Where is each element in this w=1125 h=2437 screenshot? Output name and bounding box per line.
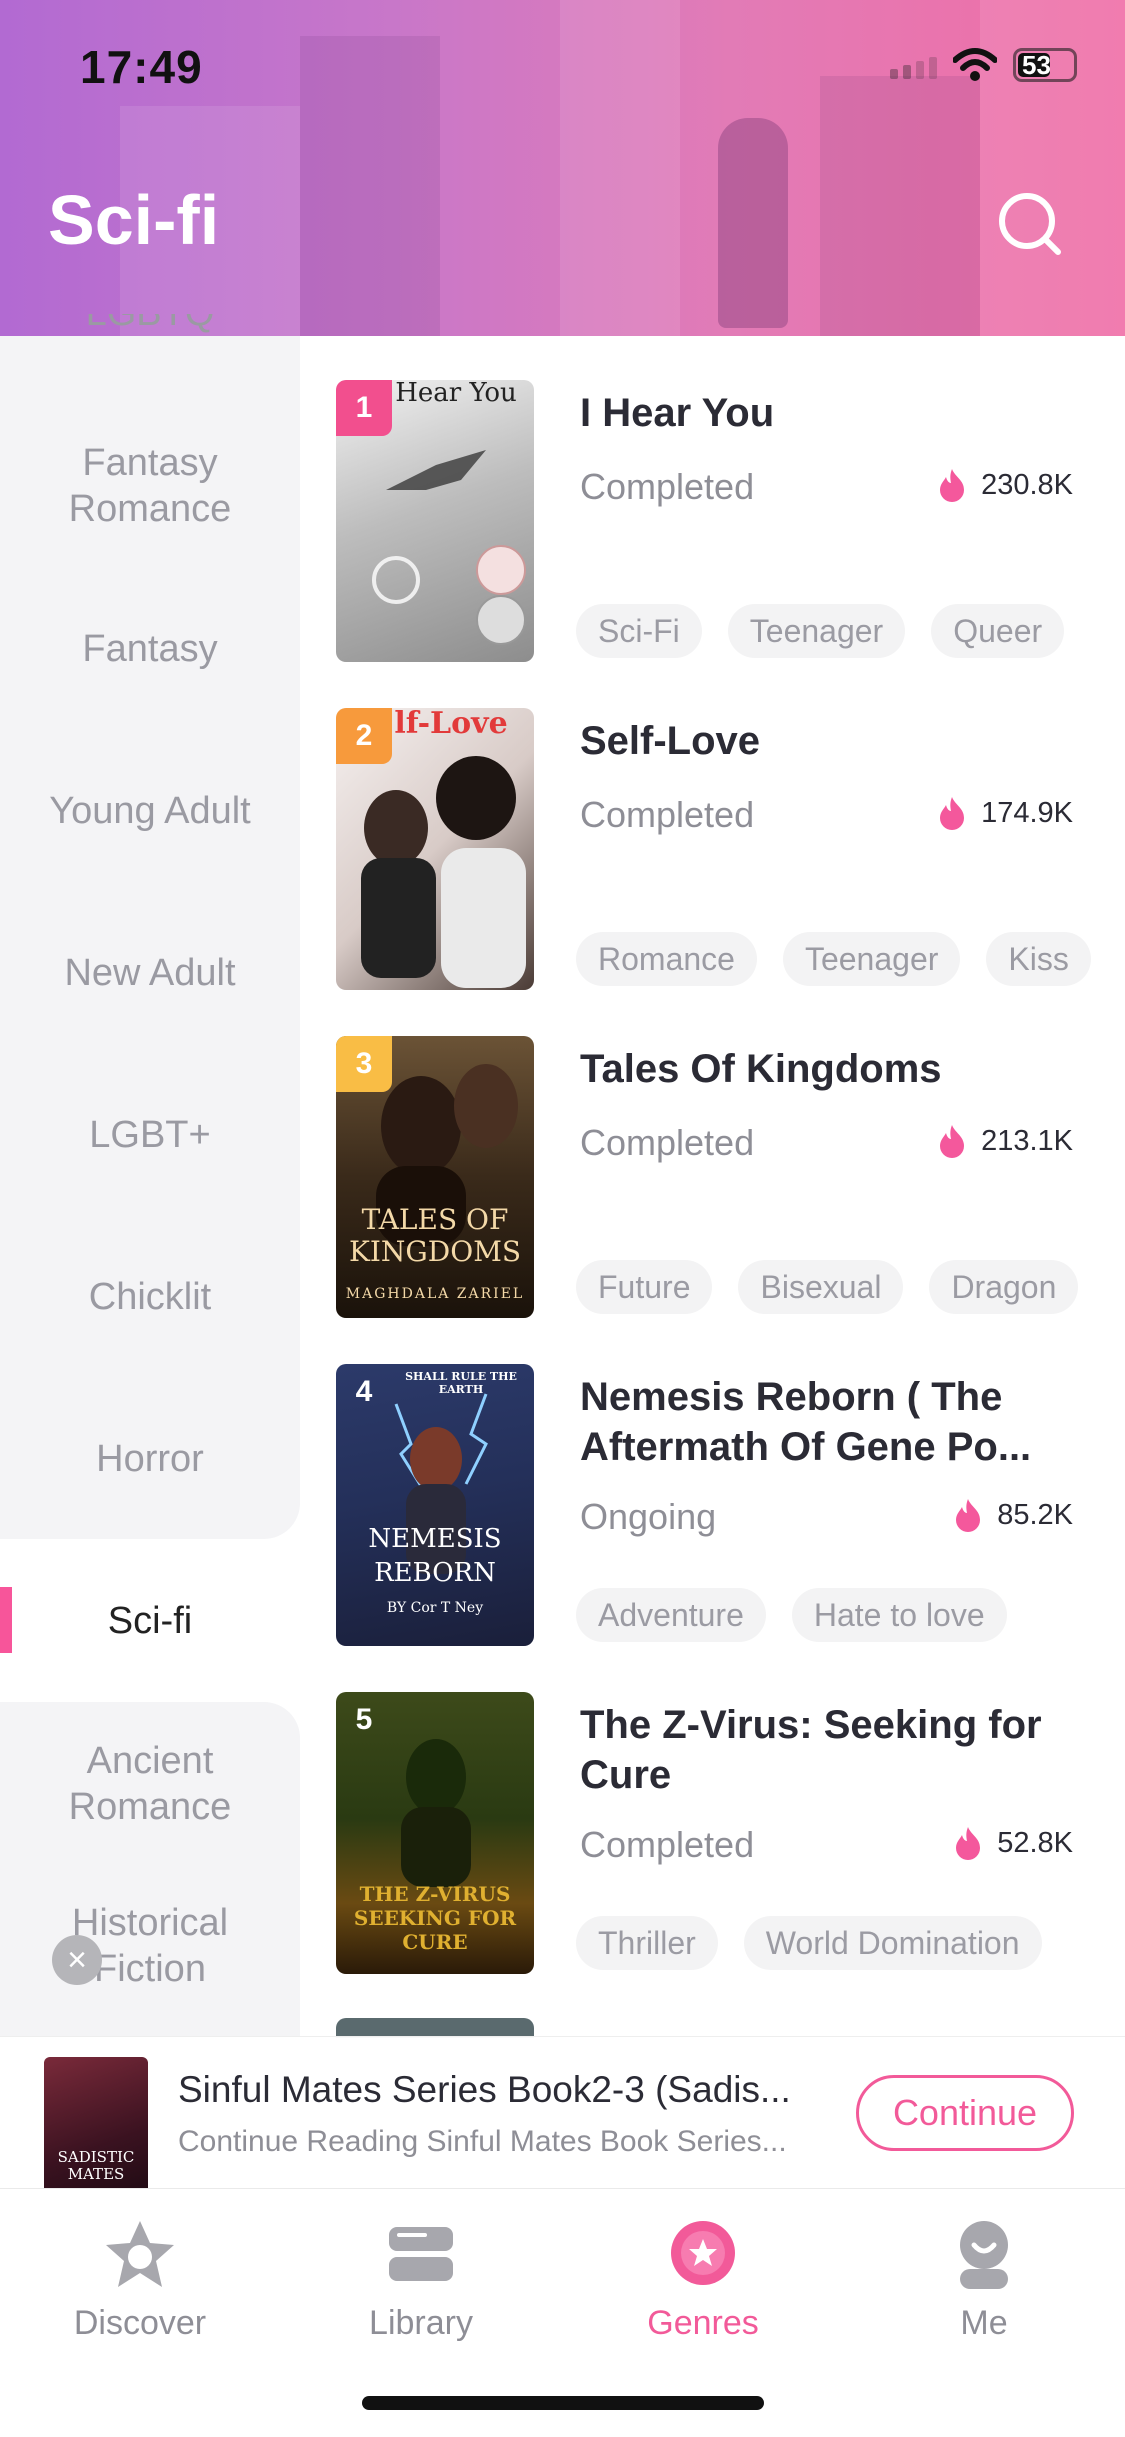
sidebar-item-fantasy-romance[interactable]: Fantasy Romance [0, 440, 300, 532]
tag[interactable]: Kiss [986, 932, 1091, 986]
book-cover: SHALL RULE THE EARTH NEMESIS REBORN BY C… [336, 1364, 534, 1646]
flame-icon [956, 1499, 981, 1532]
book-title: Self-Love [580, 719, 761, 763]
header-bg-building [560, 0, 680, 336]
continue-reading-bar[interactable]: SADISTIC MATES Sinful Mates Series Book2… [0, 2036, 1125, 2203]
sidebar-item-fantasy[interactable]: Fantasy [0, 626, 300, 672]
book-item[interactable] [336, 2018, 1125, 2038]
rank-badge: 4 [355, 1375, 373, 1408]
genre-header: 17:49 53 Sci-fi [0, 0, 1125, 336]
book-item[interactable]: SHALL RULE THE EARTH NEMESIS REBORN BY C… [336, 1364, 1125, 1650]
profile-icon [960, 2221, 1008, 2289]
book-item[interactable]: Hear You 1 I Hear You Completed 230.8K S… [336, 380, 1125, 666]
nav-genres[interactable]: Genres [593, 2217, 813, 2343]
book-item[interactable]: TALES OF KINGDOMS MAGHDALA ZARIEL 3 Tale… [336, 1036, 1125, 1322]
nav-library[interactable]: Library [311, 2217, 531, 2343]
status-icons: 53 [890, 48, 1077, 82]
header-bg-building [300, 36, 440, 336]
close-mini-player-button[interactable]: × [52, 1935, 102, 1985]
popularity-count: 174.9K [937, 796, 1073, 830]
genres-badge-icon [671, 2221, 735, 2285]
popularity-count: 230.8K [937, 468, 1073, 502]
tag[interactable]: Hate to love [791, 1588, 1007, 1642]
tag[interactable]: Adventure [576, 1588, 766, 1642]
tag[interactable]: Future [576, 1260, 713, 1314]
book-status: Completed [580, 466, 755, 507]
tag-list: Romance Teenager Kiss [576, 932, 1091, 986]
sidebar-item-sci-fi[interactable]: Sci-fi [0, 1598, 300, 1644]
nav-discover[interactable]: Discover [30, 2217, 250, 2343]
rank-badge: 3 [336, 1036, 392, 1092]
tag-list: Future Bisexual Dragon [576, 1260, 1079, 1314]
genre-sidebar: LGBTQ Fantasy Romance Fantasy Young Adul… [0, 314, 300, 2042]
book-title: Nemesis Reborn ( The Aftermath Of Gene P… [580, 1375, 1032, 1469]
book-cover: lf-Love 2 [336, 708, 534, 990]
status-time: 17:49 [80, 41, 203, 93]
popularity-count: 213.1K [937, 1124, 1073, 1158]
book-item[interactable]: lf-Love 2 Self-Love Completed 174.9K Rom… [336, 708, 1125, 994]
popularity-count: 85.2K [953, 1498, 1073, 1532]
search-icon [999, 193, 1061, 255]
book-status: Ongoing [580, 1496, 717, 1537]
sidebar-item-ancient-romance[interactable]: Ancient Romance [0, 1738, 300, 1830]
header-bg-building [820, 76, 980, 336]
header-bg-figure [718, 118, 788, 328]
compass-star-icon [106, 2221, 174, 2287]
bookshelf-icon [389, 2227, 453, 2281]
book-item[interactable]: THE Z-VIRUS SEEKING FOR CURE 5 The Z-Vir… [336, 1692, 1125, 1978]
close-icon: × [67, 1941, 87, 1979]
book-title: I Hear You [580, 391, 775, 435]
tag-list: Adventure Hate to love [576, 1588, 1007, 1642]
sidebar-item-young-adult[interactable]: Young Adult [0, 788, 300, 834]
flame-icon [940, 797, 965, 830]
book-status: Completed [580, 1824, 755, 1865]
flame-icon [940, 1125, 965, 1158]
search-button[interactable] [996, 190, 1066, 260]
book-title: The Z-Virus: Seeking for Cure [580, 1703, 1042, 1797]
book-cover: Hear You 1 [336, 380, 534, 662]
tag-list: Thriller World Domination [576, 1916, 1042, 1970]
cellular-signal-icon [890, 51, 937, 79]
tag[interactable]: Dragon [929, 1260, 1079, 1314]
continue-button[interactable]: Continue [856, 2075, 1074, 2151]
flame-icon [940, 469, 965, 502]
book-cover [336, 2018, 534, 2038]
mini-book-cover: SADISTIC MATES [44, 2057, 148, 2203]
sidebar-item-new-adult[interactable]: New Adult [0, 950, 300, 996]
nav-me[interactable]: Me [874, 2217, 1094, 2343]
sidebar-item-chicklit[interactable]: Chicklit [0, 1274, 300, 1320]
tag[interactable]: Thriller [576, 1916, 718, 1970]
page-title: Sci-fi [48, 181, 220, 259]
book-title: Tales Of Kingdoms [580, 1047, 942, 1091]
mini-book-title: Sinful Mates Series Book2-3 (Sadis... [178, 2069, 791, 2110]
book-cover: TALES OF KINGDOMS MAGHDALA ZARIEL 3 [336, 1036, 534, 1318]
home-indicator [362, 2396, 764, 2410]
rank-badge: 2 [336, 708, 392, 764]
book-cover: THE Z-VIRUS SEEKING FOR CURE 5 [336, 1692, 534, 1974]
popularity-count: 52.8K [953, 1826, 1073, 1860]
tag[interactable]: Romance [576, 932, 757, 986]
sidebar-item-lgbtq[interactable]: LGBTQ [0, 314, 300, 336]
book-status: Completed [580, 1122, 755, 1163]
tag[interactable]: Teenager [782, 932, 961, 986]
rank-badge: 1 [336, 380, 392, 436]
tag-list: Sci-Fi Teenager Queer [576, 604, 1065, 658]
mini-book-subtitle: Continue Reading Sinful Mates Book Serie… [178, 2125, 787, 2158]
tag[interactable]: Teenager [727, 604, 906, 658]
rank-badge: 5 [355, 1703, 373, 1736]
flame-icon [956, 1827, 981, 1860]
book-status: Completed [580, 794, 755, 835]
sidebar-item-lgbt-plus[interactable]: LGBT+ [0, 1112, 300, 1158]
tag[interactable]: Sci-Fi [576, 604, 702, 658]
battery-icon: 53 [1013, 48, 1077, 82]
wifi-icon [953, 48, 997, 81]
tag[interactable]: Queer [931, 604, 1065, 658]
sidebar-item-horror[interactable]: Horror [0, 1436, 300, 1482]
sidebar-item-historical-fiction[interactable]: Historical Fiction [0, 1900, 300, 1992]
tag[interactable]: World Domination [743, 1916, 1042, 1970]
tag[interactable]: Bisexual [738, 1260, 904, 1314]
